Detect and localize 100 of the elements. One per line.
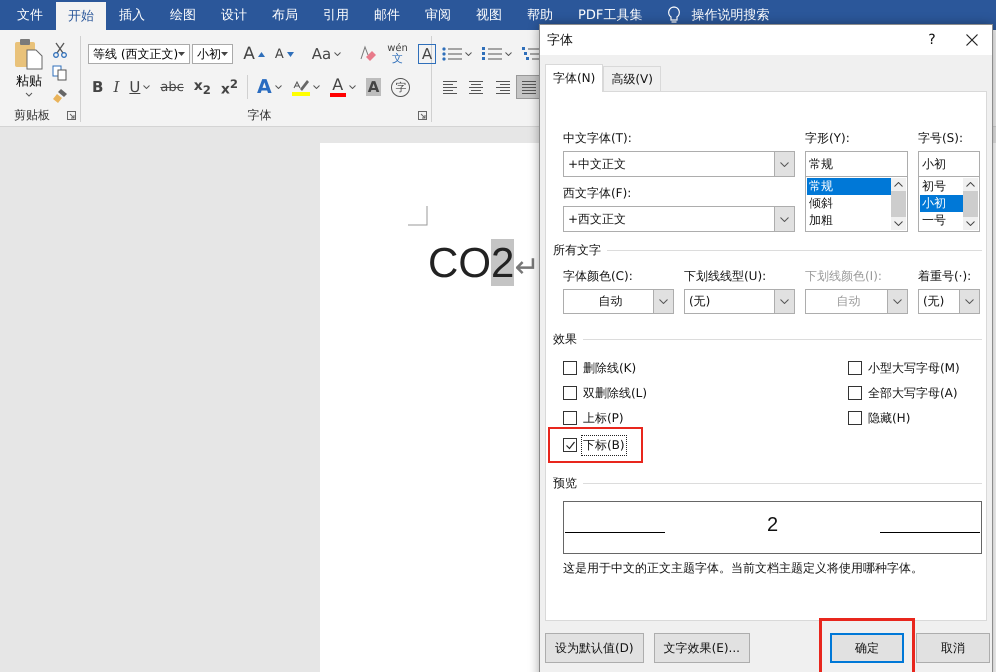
align-icon <box>521 80 537 94</box>
field-label: 下划线颜色(I): <box>805 269 883 283</box>
close-icon <box>966 34 978 46</box>
dialog-tab[interactable]: 字体(N) <box>545 64 604 92</box>
chevron-up-icon <box>894 182 903 187</box>
list-option[interactable]: 小初 <box>920 195 963 212</box>
paste-button[interactable]: 粘贴 <box>14 38 44 104</box>
checkbox-label: 双删除线(L) <box>582 384 648 402</box>
bold-button[interactable]: B <box>88 75 108 99</box>
font-size-field[interactable]: 小初 <box>918 151 980 177</box>
ribbon-tab[interactable]: 邮件 <box>362 0 412 30</box>
checkbox-label: 小型大写字母(M) <box>867 360 961 376</box>
field-label: 字号(S): <box>918 131 964 145</box>
chevron-down-icon <box>780 162 789 166</box>
chevron-up-icon <box>966 182 975 187</box>
shrink-font-button[interactable]: A <box>270 42 298 66</box>
group-label: 字体 <box>248 106 272 124</box>
ribbon-tab[interactable]: 设计 <box>209 0 259 30</box>
caret-icon <box>178 52 186 56</box>
align-icon <box>494 80 510 94</box>
ribbon-tab[interactable]: 帮助 <box>515 0 565 30</box>
list-option[interactable]: 一号 <box>920 212 963 229</box>
help-button[interactable]: ? <box>912 25 952 55</box>
caret-icon <box>258 52 265 56</box>
underline-button[interactable]: U <box>125 75 154 99</box>
preview-description: 这是用于中文的正文主题字体。当前文档主题定义将使用哪种字体。 <box>563 560 924 577</box>
checkbox-label: 删除线(K) <box>582 360 638 376</box>
grow-font-button[interactable]: A <box>239 42 269 66</box>
checkbox[interactable] <box>563 386 577 400</box>
italic-button[interactable]: I <box>109 75 124 99</box>
caret-icon <box>25 92 33 97</box>
checkbox[interactable] <box>563 438 577 452</box>
preview-sample: 2 <box>766 515 778 535</box>
dialog-launcher-icon[interactable] <box>67 111 76 120</box>
dialog-launcher-icon[interactable] <box>418 111 427 120</box>
text-effects-button[interactable]: A <box>253 75 286 99</box>
checkbox[interactable] <box>848 386 862 400</box>
align-icon <box>442 80 458 94</box>
field-label: 中文字体(T): <box>563 131 633 145</box>
dropdown[interactable]: 自动 <box>563 289 674 314</box>
ribbon-tab[interactable]: 审阅 <box>413 0 463 30</box>
font-color-button[interactable]: A <box>326 75 360 99</box>
subscript-button[interactable]: x$_{2}$ <box>190 75 215 99</box>
checkbox[interactable] <box>563 411 577 425</box>
caret-icon <box>465 52 472 56</box>
field-label: 字形(Y): <box>805 131 851 145</box>
ribbon-tab[interactable]: PDF工具集 <box>566 0 654 30</box>
western-font-dropdown[interactable]: +西文正文 <box>563 206 795 232</box>
checkbox[interactable] <box>848 411 862 425</box>
list-option[interactable]: 倾斜 <box>807 195 891 212</box>
dialog-button[interactable]: 设为默认值(D) <box>545 633 644 663</box>
tell-me-search[interactable]: 操作说明搜索 <box>691 6 770 24</box>
dialog-title: 字体 <box>547 32 574 49</box>
copy-icon[interactable] <box>52 65 68 81</box>
ribbon-tab[interactable]: 视图 <box>464 0 514 30</box>
lightbulb-icon <box>667 6 682 24</box>
section-heading: 所有文字 <box>553 242 601 258</box>
field-label: 下划线线型(U): <box>684 269 768 283</box>
field-label: 着重号(·): <box>918 269 972 283</box>
list-option[interactable]: 常规 <box>807 178 891 195</box>
document-text: CO2↵ <box>428 238 540 288</box>
checkbox[interactable] <box>848 361 862 375</box>
ribbon-tab[interactable]: 开始 <box>56 2 106 30</box>
chinese-font-dropdown[interactable]: +中文正文 <box>563 151 795 177</box>
scroll-bar[interactable] <box>963 178 978 230</box>
caret-icon <box>505 52 512 56</box>
dropdown[interactable]: (无) <box>684 289 795 314</box>
section-heading: 预览 <box>553 474 577 492</box>
clipboard-icon <box>14 38 44 70</box>
scroll-bar[interactable] <box>891 178 906 230</box>
dialog-button[interactable]: 文字效果(E)... <box>654 633 750 663</box>
checkbox-label: 下标(B) <box>582 436 626 454</box>
change-case-button[interactable]: Aa <box>308 42 346 66</box>
ribbon-tab[interactable]: 布局 <box>260 0 310 30</box>
dialog-tab[interactable]: 高级(V) <box>603 66 661 91</box>
dialog-button[interactable]: 取消 <box>916 633 990 663</box>
superscript-button[interactable]: x$^{2}$ <box>216 75 242 99</box>
chevron-down-icon <box>893 299 902 304</box>
font-size-field[interactable]: 小初 <box>192 44 234 64</box>
checkbox-label: 上标(P) <box>582 410 625 426</box>
chevron-down-icon <box>966 221 975 226</box>
ribbon-tab[interactable]: 插入 <box>107 0 157 30</box>
ribbon-tab[interactable]: 引用 <box>311 0 361 30</box>
checkbox[interactable] <box>563 361 577 375</box>
phonetic-guide-button[interactable]: wén 文 <box>383 42 412 66</box>
ribbon-tab[interactable]: 绘图 <box>158 0 208 30</box>
chevron-down-icon <box>965 299 974 304</box>
ribbon-tab[interactable]: 文件 <box>5 0 55 30</box>
font-name-field[interactable]: 等线 (西文正文) <box>88 44 190 64</box>
list-option[interactable]: 加粗 <box>807 212 891 229</box>
dropdown[interactable]: (无) <box>918 289 980 314</box>
list-option[interactable]: 初号 <box>920 178 963 195</box>
scissors-icon[interactable] <box>52 42 68 58</box>
list-icon <box>482 46 502 62</box>
strikethrough-button[interactable]: abc <box>156 75 188 99</box>
paintbrush-icon[interactable] <box>52 88 68 104</box>
checkbox-label: 全部大写字母(A) <box>867 384 959 402</box>
font-style-field[interactable]: 常规 <box>805 151 908 177</box>
dialog-button[interactable]: 确定 <box>830 633 904 663</box>
chevron-down-icon <box>780 299 789 304</box>
